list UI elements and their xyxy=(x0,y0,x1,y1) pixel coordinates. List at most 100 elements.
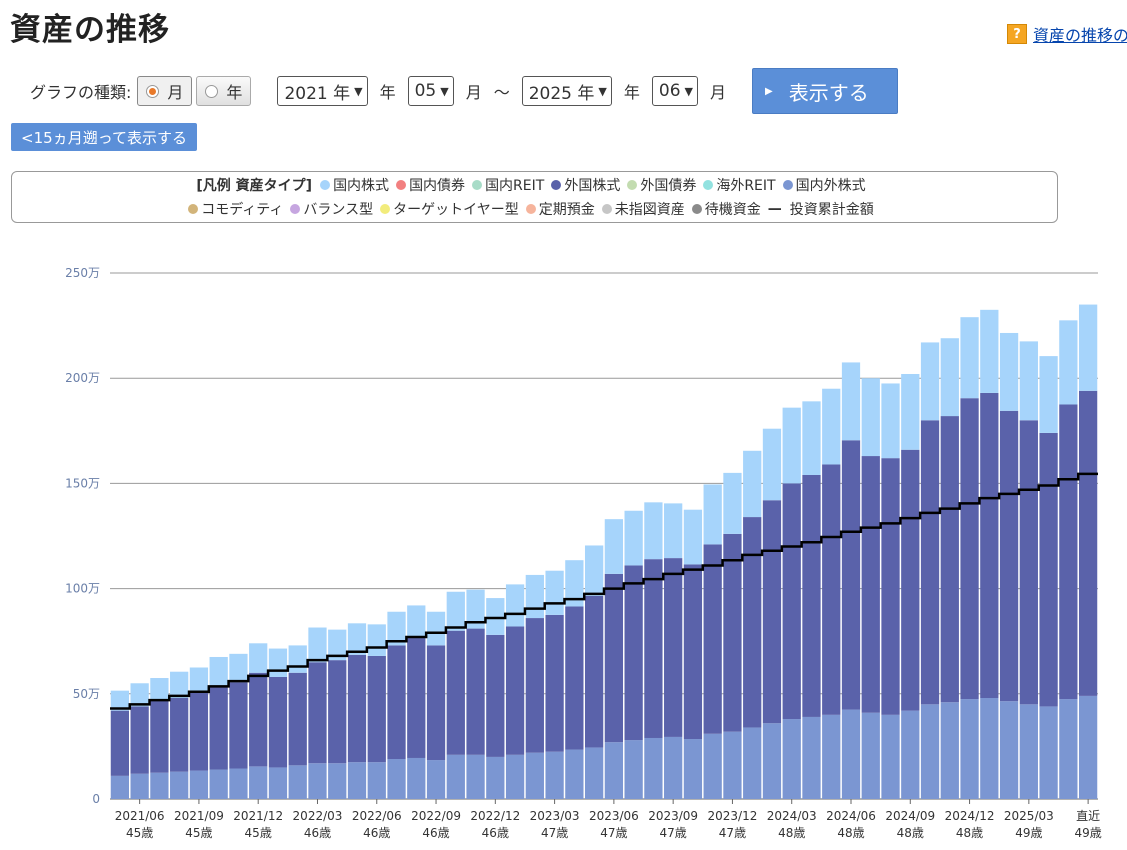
bar-segment xyxy=(703,484,722,545)
bar-segment xyxy=(229,653,248,683)
x-tick-age-label: 46歳 xyxy=(363,826,390,840)
bar-segment xyxy=(367,655,386,763)
bar-segment xyxy=(782,719,801,799)
bar-segment xyxy=(624,565,643,741)
bar-segment xyxy=(170,671,189,699)
bar-segment xyxy=(683,509,703,565)
bar-segment xyxy=(545,570,564,615)
bar-segment xyxy=(881,458,900,715)
bar-segment xyxy=(486,598,505,635)
bar-segment xyxy=(1059,320,1078,405)
bar-segment xyxy=(446,754,465,799)
bar-segment xyxy=(723,731,742,799)
bar-segment xyxy=(743,450,762,518)
x-tick-date-label: 2023/06 xyxy=(589,809,639,823)
bar-segment xyxy=(308,627,327,663)
bar-segment xyxy=(584,545,604,596)
bar-segment xyxy=(446,591,465,631)
x-tick-date-label: 2024/09 xyxy=(885,809,935,823)
bar-segment xyxy=(861,712,880,799)
x-tick-age-label: 47歳 xyxy=(719,826,746,840)
bar-segment xyxy=(822,464,841,715)
bar-segment xyxy=(407,638,426,758)
bar-segment xyxy=(170,698,189,772)
bar-segment xyxy=(407,605,426,639)
bar-segment xyxy=(170,771,189,799)
bar-segment xyxy=(604,742,624,799)
bar-segment xyxy=(604,519,624,574)
bar-segment xyxy=(802,474,821,717)
x-tick-age-label: 48歳 xyxy=(956,826,983,840)
bar-segment xyxy=(347,762,367,799)
bar-segment xyxy=(861,378,880,457)
bar-segment xyxy=(189,667,209,693)
bar-segment xyxy=(604,573,624,743)
bar-segment xyxy=(703,544,722,734)
bar-segment xyxy=(920,704,940,799)
bar-segment xyxy=(209,686,228,770)
x-tick-age-label: 48歳 xyxy=(897,826,924,840)
x-tick-date-label: 2022/03 xyxy=(293,809,343,823)
bar-segment xyxy=(1078,390,1098,696)
bar-segment xyxy=(288,765,307,799)
bar-segment xyxy=(505,626,525,755)
bar-segment xyxy=(189,770,209,799)
bar-segment xyxy=(940,416,959,703)
bar-segment xyxy=(1039,432,1058,707)
bar-segment xyxy=(1019,341,1038,421)
x-tick-date-label: 2023/09 xyxy=(648,809,698,823)
x-tick-age-label: 49歳 xyxy=(1074,826,1101,840)
bar-segment xyxy=(664,736,683,799)
x-tick-date-label: 2024/03 xyxy=(767,809,817,823)
bar-segment xyxy=(1078,304,1098,391)
bar-segment xyxy=(1059,404,1078,700)
bar-segment xyxy=(920,420,940,705)
bar-segment xyxy=(1019,704,1038,799)
bar-segment xyxy=(288,645,307,673)
bar-segment xyxy=(762,723,782,799)
bar-segment xyxy=(723,472,742,534)
bar-segment xyxy=(268,676,288,768)
x-tick-age-label: 45歳 xyxy=(245,826,272,840)
x-tick-date-label: 2021/09 xyxy=(174,809,224,823)
bar-segment xyxy=(426,760,446,799)
bar-segment xyxy=(209,656,228,687)
x-tick-date-label: 2024/06 xyxy=(826,809,876,823)
y-tick-label: 250万 xyxy=(65,266,100,280)
x-tick-date-label: 2024/12 xyxy=(945,809,995,823)
x-tick-date-label: 2022/12 xyxy=(470,809,520,823)
bar-segment xyxy=(249,766,268,799)
bar-segment xyxy=(308,763,327,799)
bar-segment xyxy=(624,740,643,799)
bar-segment xyxy=(960,317,979,399)
bar-segment xyxy=(920,342,940,421)
bar-segment xyxy=(762,500,782,724)
bar-segment xyxy=(980,698,999,799)
bar-segment xyxy=(426,645,446,761)
x-tick-age-label: 46歳 xyxy=(482,826,509,840)
bar-segment xyxy=(249,643,268,673)
bar-segment xyxy=(999,332,1019,411)
bar-segment xyxy=(130,706,149,774)
bar-segment xyxy=(881,383,900,459)
bar-segment xyxy=(1078,695,1098,799)
bar-segment xyxy=(960,398,979,700)
bar-segment xyxy=(466,754,485,799)
bar-segment xyxy=(525,752,544,799)
bar-segment xyxy=(999,410,1019,702)
x-tick-date-label: 2023/12 xyxy=(708,809,758,823)
bar-segment xyxy=(189,692,209,771)
bar-segment xyxy=(841,440,861,710)
bar-segment xyxy=(486,756,505,799)
bar-segment xyxy=(644,737,663,799)
bar-segment xyxy=(822,388,841,465)
bar-segment xyxy=(387,645,406,760)
bar-segment xyxy=(723,533,742,732)
bar-segment xyxy=(505,754,525,799)
bar-segment xyxy=(130,683,149,707)
bar-segment xyxy=(130,773,149,799)
bar-segment xyxy=(901,373,920,450)
bar-segment xyxy=(229,768,248,799)
bar-segment xyxy=(288,672,307,766)
bar-segment xyxy=(960,699,979,799)
